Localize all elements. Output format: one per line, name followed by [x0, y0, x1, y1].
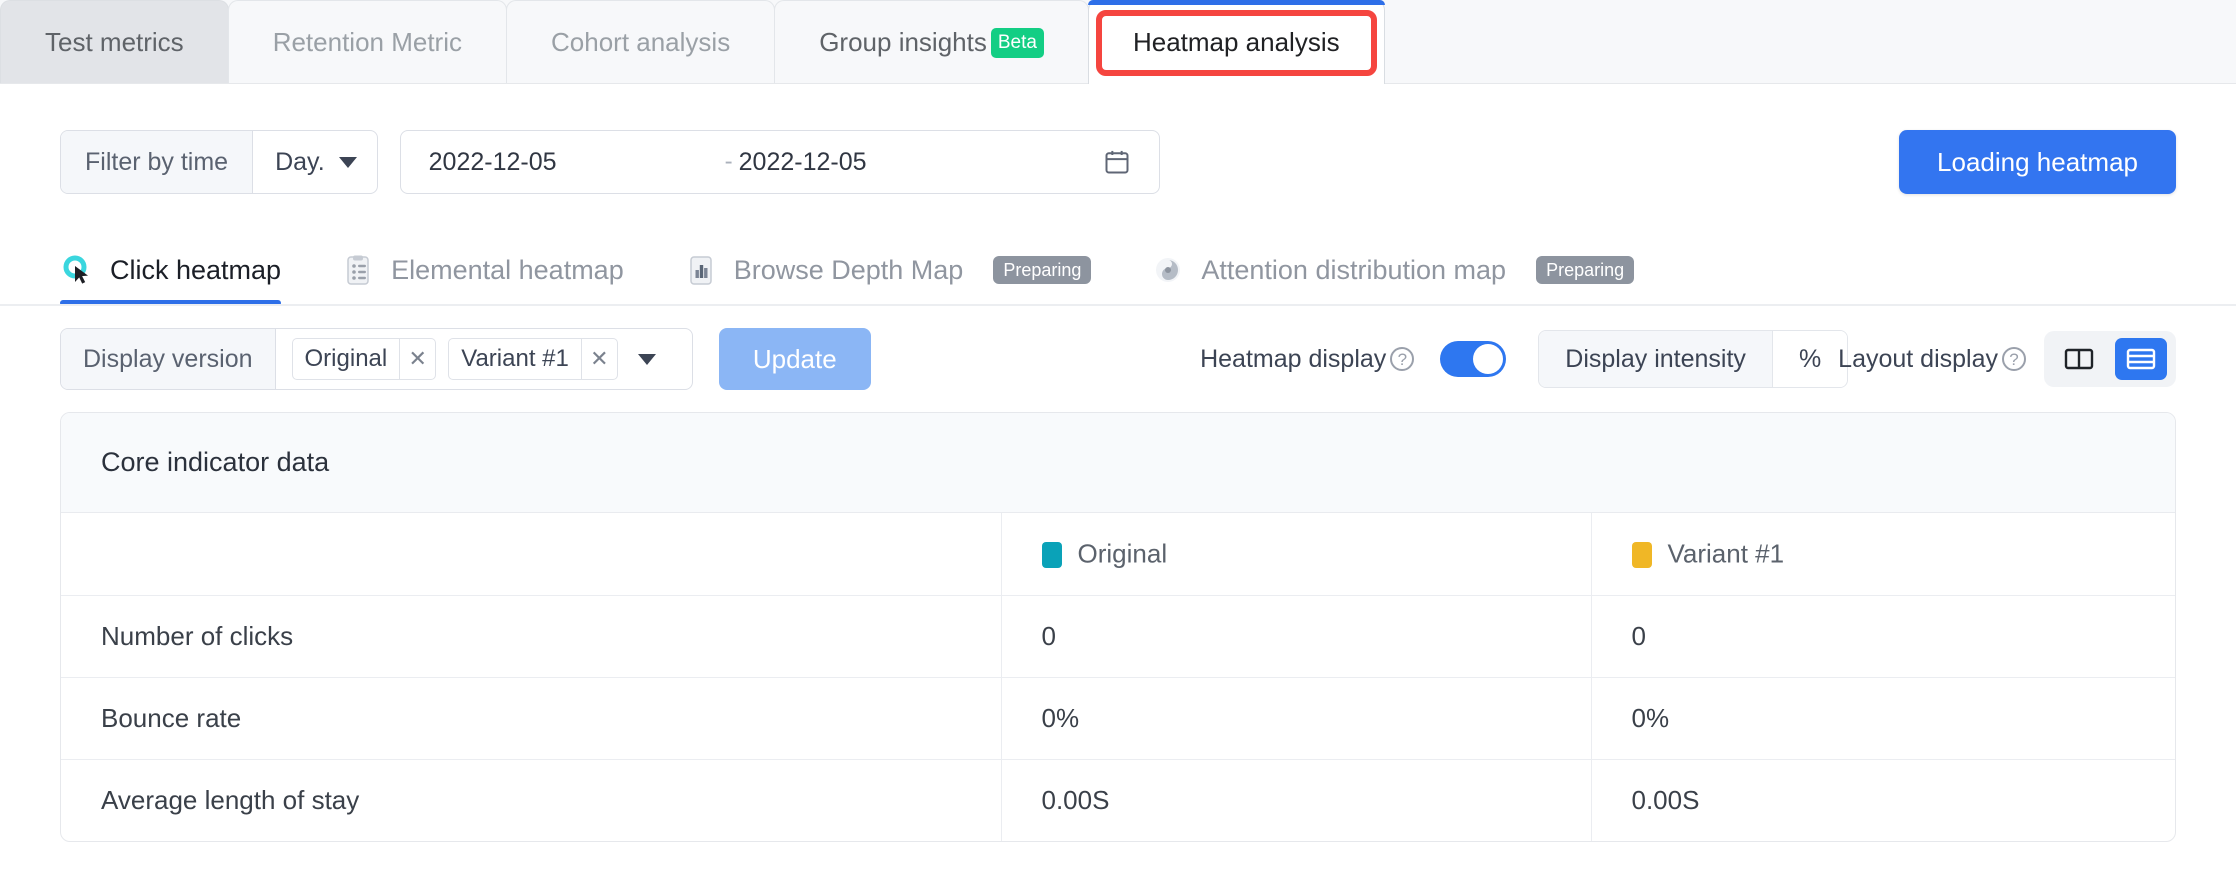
segment-percent[interactable]: %	[1771, 331, 1848, 387]
row-metric-label: Bounce rate	[61, 676, 1002, 759]
close-icon[interactable]: ✕	[580, 339, 617, 379]
table-row: Bounce rate 0% 0%	[61, 676, 2175, 759]
row-value-variant1: 0%	[1591, 676, 2175, 759]
subtab-label: Click heatmap	[110, 254, 282, 285]
display-version-label: Display version	[61, 329, 276, 389]
legend-swatch-variant1	[1631, 541, 1652, 568]
layout-mode-toggle	[2044, 331, 2176, 387]
row-value-variant1: 0	[1591, 594, 2175, 677]
start-date-input[interactable]: 2022-12-05	[429, 148, 719, 177]
table-header-row: Original Variant #1	[61, 513, 2175, 595]
column-header-label: Variant #1	[1667, 539, 1785, 570]
close-icon[interactable]: ✕	[399, 339, 435, 379]
preparing-badge: Preparing	[1536, 256, 1635, 284]
toggle-knob	[1473, 344, 1504, 374]
columns-layout-icon[interactable]	[2053, 338, 2105, 380]
chevron-down-icon[interactable]	[630, 353, 676, 365]
heatmap-type-tabs: Click heatmap Elemental heatmap Browse D…	[0, 234, 2236, 306]
eye-swirl-icon	[1151, 251, 1185, 289]
subtab-attention-distribution-map[interactable]: Attention distribution map Preparing	[1151, 234, 1694, 306]
granularity-select[interactable]: Day.	[253, 131, 377, 193]
subtab-label: Browse Depth Map	[733, 254, 964, 285]
core-indicator-table: Original Variant #1 Number of clicks 0 0…	[61, 513, 2175, 841]
layout-display-label: Layout display ?	[1838, 345, 2026, 374]
version-tag-label: Variant #1	[461, 345, 569, 372]
column-header-variant1: Variant #1	[1591, 513, 2175, 595]
end-date-input[interactable]: 2022-12-05	[739, 148, 1029, 177]
layout-display-text: Layout display	[1838, 344, 1998, 373]
subtab-elemental-heatmap[interactable]: Elemental heatmap	[341, 234, 684, 306]
core-indicator-card: Core indicator data Original Variant #1 …	[60, 412, 2176, 842]
tab-label: Retention Metric	[272, 27, 462, 57]
click-target-icon	[60, 251, 94, 289]
time-filter-group: Filter by time Day.	[60, 130, 378, 194]
tab-group-insights[interactable]: Group insights Beta	[774, 0, 1089, 84]
row-metric-label: Number of clicks	[61, 594, 1002, 677]
heatmap-controls-toolbar: Display version Original ✕ Variant #1 ✕ …	[0, 328, 2236, 390]
legend-swatch-original	[1041, 541, 1062, 568]
subtab-label: Elemental heatmap	[391, 254, 624, 285]
version-tag[interactable]: Original ✕	[291, 338, 437, 380]
table-row: Average length of stay 0.00S 0.00S	[61, 758, 2175, 841]
primary-tab-bar: Test metrics Retention Metric Cohort ana…	[0, 0, 2236, 86]
rows-layout-icon[interactable]	[2115, 338, 2167, 380]
tab-heatmap-analysis[interactable]: Heatmap analysis	[1087, 0, 1385, 86]
heatmap-display-text: Heatmap display	[1200, 344, 1387, 373]
tab-label: Heatmap analysis	[1132, 27, 1340, 57]
date-range-picker[interactable]: 2022-12-05 - 2022-12-05	[399, 130, 1160, 194]
tab-label: Test metrics	[45, 27, 184, 57]
beta-badge: Beta	[990, 27, 1044, 58]
date-range-separator: -	[724, 148, 733, 175]
filter-toolbar: Filter by time Day. 2022-12-05 - 2022-12…	[0, 130, 2236, 194]
subtab-label: Attention distribution map	[1201, 254, 1507, 285]
subtabs-divider	[0, 304, 2236, 306]
display-options-group: Heatmap display ? Display intensity % La…	[1200, 328, 2176, 390]
display-version-group: Display version Original ✕ Variant #1 ✕	[60, 328, 693, 390]
subtab-click-heatmap[interactable]: Click heatmap	[60, 234, 341, 306]
row-value-original: 0	[1001, 594, 1592, 677]
preparing-badge: Preparing	[993, 256, 1092, 284]
column-header-label: Original	[1077, 539, 1168, 570]
tab-retention-metric[interactable]: Retention Metric	[227, 0, 507, 84]
tab-label: Cohort analysis	[551, 27, 731, 57]
chevron-down-icon	[338, 156, 357, 168]
row-value-variant1: 0.00S	[1591, 758, 2175, 841]
heatmap-display-toggle[interactable]	[1440, 341, 1507, 377]
tab-label: Group insights	[819, 27, 987, 57]
table-row: Number of clicks 0 0	[61, 594, 2175, 677]
help-icon[interactable]: ?	[1390, 347, 1415, 371]
help-icon[interactable]: ?	[2002, 347, 2026, 371]
clipboard-list-icon	[341, 251, 375, 289]
card-title: Core indicator data	[61, 413, 2175, 513]
row-value-original: 0.00S	[1001, 758, 1592, 841]
row-metric-label: Average length of stay	[61, 758, 1002, 841]
filter-by-time-label: Filter by time	[61, 131, 254, 193]
tab-test-metrics[interactable]: Test metrics	[0, 0, 229, 84]
version-tag-label: Original	[304, 345, 388, 372]
intensity-segmented-control: Display intensity %	[1538, 330, 1849, 388]
version-tag-list[interactable]: Original ✕ Variant #1 ✕	[276, 329, 692, 389]
tab-cohort-analysis[interactable]: Cohort analysis	[506, 0, 776, 84]
row-value-original: 0%	[1001, 676, 1592, 759]
granularity-value: Day.	[275, 147, 325, 176]
loading-heatmap-button[interactable]: Loading heatmap	[1899, 130, 2176, 194]
bar-chart-icon	[684, 251, 718, 289]
calendar-icon[interactable]	[1103, 148, 1131, 176]
column-header-metric	[61, 513, 1002, 595]
update-button[interactable]: Update	[718, 328, 871, 390]
version-tag[interactable]: Variant #1 ✕	[448, 338, 618, 380]
segment-display-intensity[interactable]: Display intensity	[1539, 331, 1772, 387]
heatmap-display-label: Heatmap display ?	[1200, 344, 1415, 374]
column-header-original: Original	[1001, 513, 1592, 595]
subtab-browse-depth-map[interactable]: Browse Depth Map Preparing	[684, 234, 1152, 306]
